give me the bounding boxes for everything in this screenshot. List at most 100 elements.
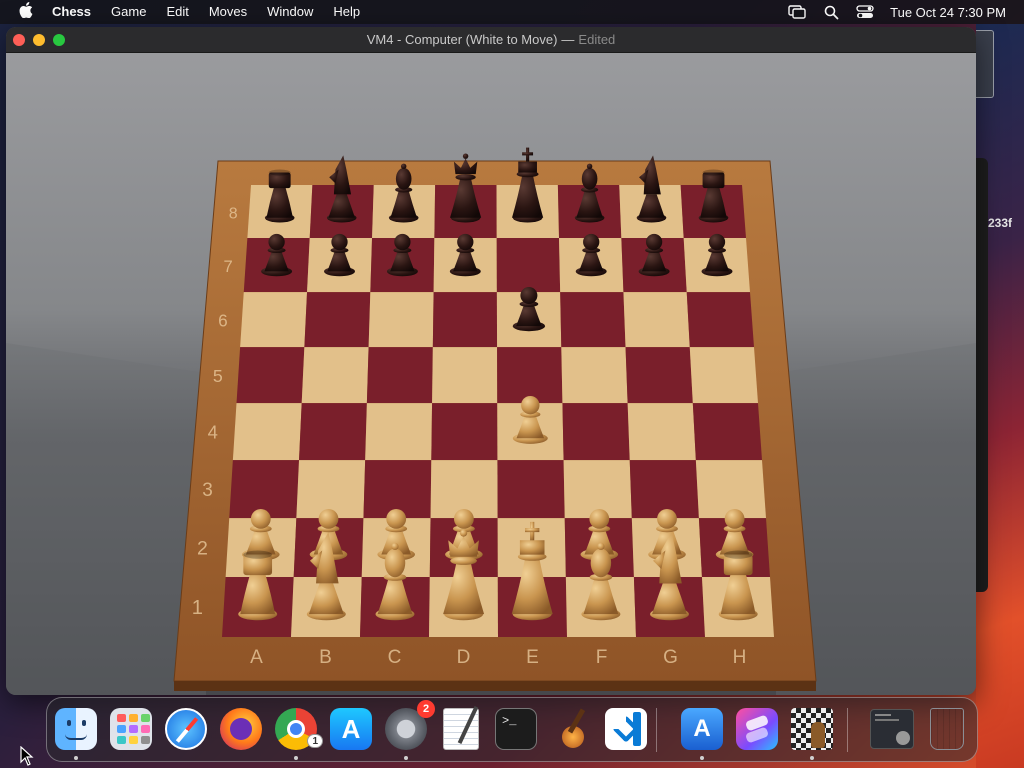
square-a4[interactable] [232,403,302,461]
square-f4[interactable] [562,403,630,461]
dock-system-settings[interactable]: 2 [383,700,435,752]
square-e7[interactable] [496,238,561,293]
dock-vscode[interactable] [603,706,649,752]
file-label-e: E [526,647,539,668]
square-h3[interactable] [695,460,766,519]
zoom-window-button[interactable] [53,34,65,46]
file-label-a: A [250,647,263,668]
rank-label-3: 3 [202,480,213,501]
running-indicator [700,756,704,760]
square-f5[interactable] [561,347,628,404]
dock-garageband[interactable] [548,706,594,752]
square-h4[interactable] [692,403,762,461]
file-label-d: D [457,647,471,668]
dock-firefox[interactable] [218,706,264,752]
finder-icon [55,708,97,750]
dock-trash[interactable] [924,706,970,752]
running-indicator [810,756,814,760]
close-window-button[interactable] [13,34,25,46]
file-label-f: F [596,647,608,668]
control-center-icon[interactable] [848,0,882,24]
square-a5[interactable] [236,347,305,404]
square-f6[interactable] [560,292,626,348]
square-g6[interactable] [623,292,690,348]
apple-menu-icon[interactable] [0,2,52,22]
rank-label-8: 8 [229,205,238,222]
dock-separator [847,708,848,752]
safari-icon [165,708,207,750]
square-g5[interactable] [625,347,693,404]
dock-chess[interactable] [789,706,835,752]
dock-app-store[interactable]: A [328,706,374,752]
rank-label-4: 4 [208,421,218,442]
square-a6[interactable] [240,292,308,348]
square-c4[interactable] [365,403,433,461]
trash-icon [930,708,964,750]
textedit-icon [443,706,479,750]
spotlight-search-icon[interactable] [814,0,848,24]
square-d4[interactable] [431,403,498,461]
minimize-window-button[interactable] [33,34,45,46]
dock: 1 A 2 >_ A [46,697,978,762]
dock-safari[interactable] [163,706,209,752]
menu-bar-clock[interactable]: Tue Oct 24 7:30 PM [882,5,1006,20]
square-b6[interactable] [304,292,371,348]
dock-xcode-instruments[interactable]: A [679,706,725,752]
downloads-folder-icon [870,709,914,749]
dock-chrome[interactable]: 1 [273,706,323,752]
square-a3[interactable] [229,460,300,519]
menu-help[interactable]: Help [323,0,370,24]
dock-finder[interactable] [53,706,99,752]
menu-game[interactable]: Game [101,0,156,24]
background-window-label: 233f [988,216,1013,230]
square-e3[interactable] [497,460,565,519]
menu-chess[interactable]: Chess [52,0,101,24]
launchpad-icon [110,708,152,750]
dock-launchpad[interactable] [108,706,154,752]
dock-terminal[interactable]: >_ [493,706,539,752]
square-h5[interactable] [689,347,758,404]
dock-shortcuts[interactable] [734,706,780,752]
square-g4[interactable] [627,403,696,461]
window-titlebar[interactable]: VM4 - Computer (White to Move) — Edited [6,27,976,53]
terminal-prompt: >_ [495,708,537,750]
menu-moves[interactable]: Moves [199,0,257,24]
file-label-g: G [663,647,678,668]
dock-textedit[interactable] [438,706,484,752]
rank-label-5: 5 [213,366,223,386]
file-label-h: H [733,647,747,668]
chess-icon [791,708,833,750]
square-h6[interactable] [686,292,754,348]
xcode-icon: A [681,708,723,750]
square-d6[interactable] [432,292,498,348]
square-c6[interactable] [368,292,434,348]
square-e5[interactable] [497,347,563,404]
chess-board[interactable]: 8 7 6 5 4 3 2 1 A B C D E F G H [6,53,976,695]
screen-mirroring-icon[interactable] [780,0,814,24]
rank-label-7: 7 [223,257,232,276]
square-c5[interactable] [366,347,433,404]
board-scene: 8 7 6 5 4 3 2 1 A B C D E F G H [6,53,976,695]
file-label-b: B [319,647,332,668]
square-d5[interactable] [432,347,498,404]
file-label-c: C [388,647,402,668]
square-b4[interactable] [299,403,367,461]
title-separator: — [561,32,575,47]
menu-bar: Chess Game Edit Moves Window Help Tue Oc… [0,0,1024,24]
notification-badge: 1 [307,734,323,748]
vscode-icon [605,708,647,750]
rank-label-1: 1 [192,597,203,619]
firefox-icon [220,708,262,750]
running-indicator [404,756,408,760]
menu-window[interactable]: Window [257,0,323,24]
app-store-icon: A [330,708,372,750]
rank-label-2: 2 [197,537,208,559]
dock-downloads[interactable] [869,706,915,752]
dock-separator [656,708,657,752]
background-dark-window-edge[interactable] [976,158,988,592]
menu-edit[interactable]: Edit [156,0,198,24]
shortcuts-icon [736,708,778,750]
square-b5[interactable] [301,347,369,404]
background-window-edge[interactable] [976,30,994,98]
running-indicator [294,756,298,760]
